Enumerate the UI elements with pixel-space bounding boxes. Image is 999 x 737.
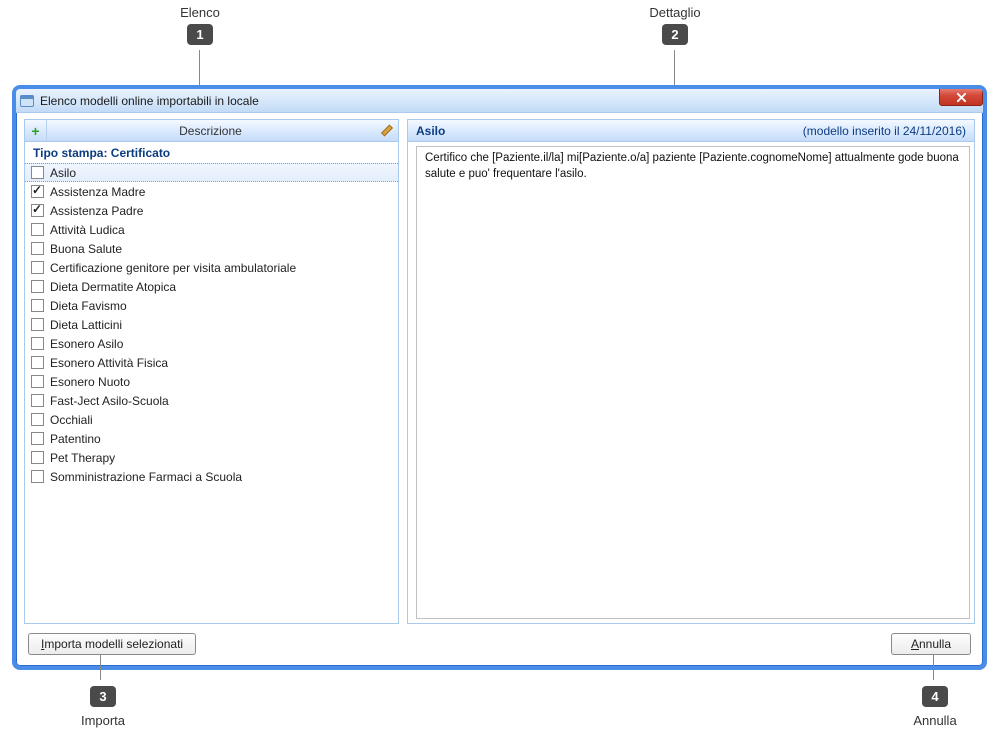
list-item-label: Dieta Dermatite Atopica (50, 280, 176, 294)
checkbox[interactable] (31, 375, 44, 388)
detail-panel: Asilo (modello inserito il 24/11/2016) C… (407, 119, 975, 624)
list-item-label: Assistenza Madre (50, 185, 145, 199)
detail-body[interactable]: Certifico che [Paziente.il/la] mi[Pazien… (416, 146, 970, 619)
detail-header: Asilo (modello inserito il 24/11/2016) (408, 120, 974, 142)
dialog-window: Elenco modelli online importabili in loc… (12, 85, 987, 670)
annotation-badge-1: 1 (187, 24, 212, 45)
list-item[interactable]: Attività Ludica (25, 220, 398, 239)
list-item-label: Certificazione genitore per visita ambul… (50, 261, 296, 275)
list-item-label: Assistenza Padre (50, 204, 143, 218)
list-item-label: Dieta Favismo (50, 299, 127, 313)
list-item[interactable]: Asilo (25, 163, 398, 182)
window-title: Elenco modelli online importabili in loc… (40, 94, 259, 108)
list-item-label: Esonero Nuoto (50, 375, 130, 389)
annotation-annulla: 4 Annulla (900, 682, 970, 728)
list-header: + Descrizione (25, 120, 398, 142)
close-icon (956, 92, 967, 103)
checkbox[interactable] (31, 394, 44, 407)
list-item-label: Esonero Attività Fisica (50, 356, 168, 370)
checkbox[interactable] (31, 280, 44, 293)
list-body[interactable]: Tipo stampa: Certificato Asilo Assistenza… (25, 142, 398, 623)
list-item-label: Esonero Asilo (50, 337, 123, 351)
close-button[interactable] (939, 88, 983, 106)
pencil-icon[interactable] (380, 124, 392, 136)
list-item[interactable]: Assistenza Madre (25, 182, 398, 201)
checkbox[interactable] (31, 299, 44, 312)
list-panel: + Descrizione Tipo stampa: Certificato A… (24, 119, 399, 624)
checkbox[interactable] (31, 432, 44, 445)
detail-title: Asilo (416, 124, 445, 138)
import-button[interactable]: Importa modelli selezionati (28, 633, 196, 655)
annotation-dettaglio: Dettaglio 2 (630, 5, 720, 45)
checkbox[interactable] (31, 223, 44, 236)
list-item[interactable]: Esonero Asilo (25, 334, 398, 353)
list-item-label: Fast-Ject Asilo-Scuola (50, 394, 169, 408)
list-item[interactable]: Dieta Latticini (25, 315, 398, 334)
folder-icon (20, 95, 34, 107)
dialog-footer: Importa modelli selezionati Annulla (16, 628, 983, 666)
list-item[interactable]: Somministrazione Farmaci a Scuola (25, 467, 398, 486)
list-item-label: Asilo (50, 166, 76, 180)
checkbox[interactable] (31, 166, 44, 179)
list-item[interactable]: Esonero Nuoto (25, 372, 398, 391)
checkbox[interactable] (31, 242, 44, 255)
content-area: + Descrizione Tipo stampa: Certificato A… (16, 113, 983, 628)
checkbox[interactable] (31, 356, 44, 369)
annotation-badge-3: 3 (90, 686, 115, 707)
list-item-label: Dieta Latticini (50, 318, 122, 332)
list-item[interactable]: Buona Salute (25, 239, 398, 258)
checkbox[interactable] (31, 470, 44, 483)
checkbox[interactable] (31, 185, 44, 198)
checkbox[interactable] (31, 337, 44, 350)
detail-meta: (modello inserito il 24/11/2016) (803, 124, 966, 138)
checkbox[interactable] (31, 261, 44, 274)
annotation-line-4 (933, 655, 934, 680)
list-item[interactable]: Occhiali (25, 410, 398, 429)
column-header-description[interactable]: Descrizione (47, 124, 398, 138)
list-item-label: Somministrazione Farmaci a Scuola (50, 470, 242, 484)
list-item-label: Occhiali (50, 413, 93, 427)
list-item-label: Buona Salute (50, 242, 122, 256)
list-item[interactable]: Dieta Dermatite Atopica (25, 277, 398, 296)
checkbox[interactable] (31, 204, 44, 217)
list-item[interactable]: Patentino (25, 429, 398, 448)
list-item[interactable]: Pet Therapy (25, 448, 398, 467)
cancel-button[interactable]: Annulla (891, 633, 971, 655)
checkbox[interactable] (31, 318, 44, 331)
list-item[interactable]: Certificazione genitore per visita ambul… (25, 258, 398, 277)
titlebar: Elenco modelli online importabili in loc… (16, 89, 983, 113)
checkbox[interactable] (31, 451, 44, 464)
add-column-header[interactable]: + (25, 120, 47, 141)
list-item[interactable]: Dieta Favismo (25, 296, 398, 315)
annotation-elenco: Elenco 1 (160, 5, 240, 45)
list-item[interactable]: Assistenza Padre (25, 201, 398, 220)
annotation-importa: 3 Importa (68, 682, 138, 728)
list-item-label: Patentino (50, 432, 101, 446)
annotation-badge-4: 4 (922, 686, 947, 707)
plus-icon: + (31, 124, 39, 138)
list-item-label: Attività Ludica (50, 223, 125, 237)
annotation-badge-2: 2 (662, 24, 687, 45)
checkbox[interactable] (31, 413, 44, 426)
list-item[interactable]: Esonero Attività Fisica (25, 353, 398, 372)
list-item-label: Pet Therapy (50, 451, 115, 465)
list-item[interactable]: Fast-Ject Asilo-Scuola (25, 391, 398, 410)
annotation-line-3 (100, 655, 101, 680)
group-header: Tipo stampa: Certificato (25, 142, 398, 164)
